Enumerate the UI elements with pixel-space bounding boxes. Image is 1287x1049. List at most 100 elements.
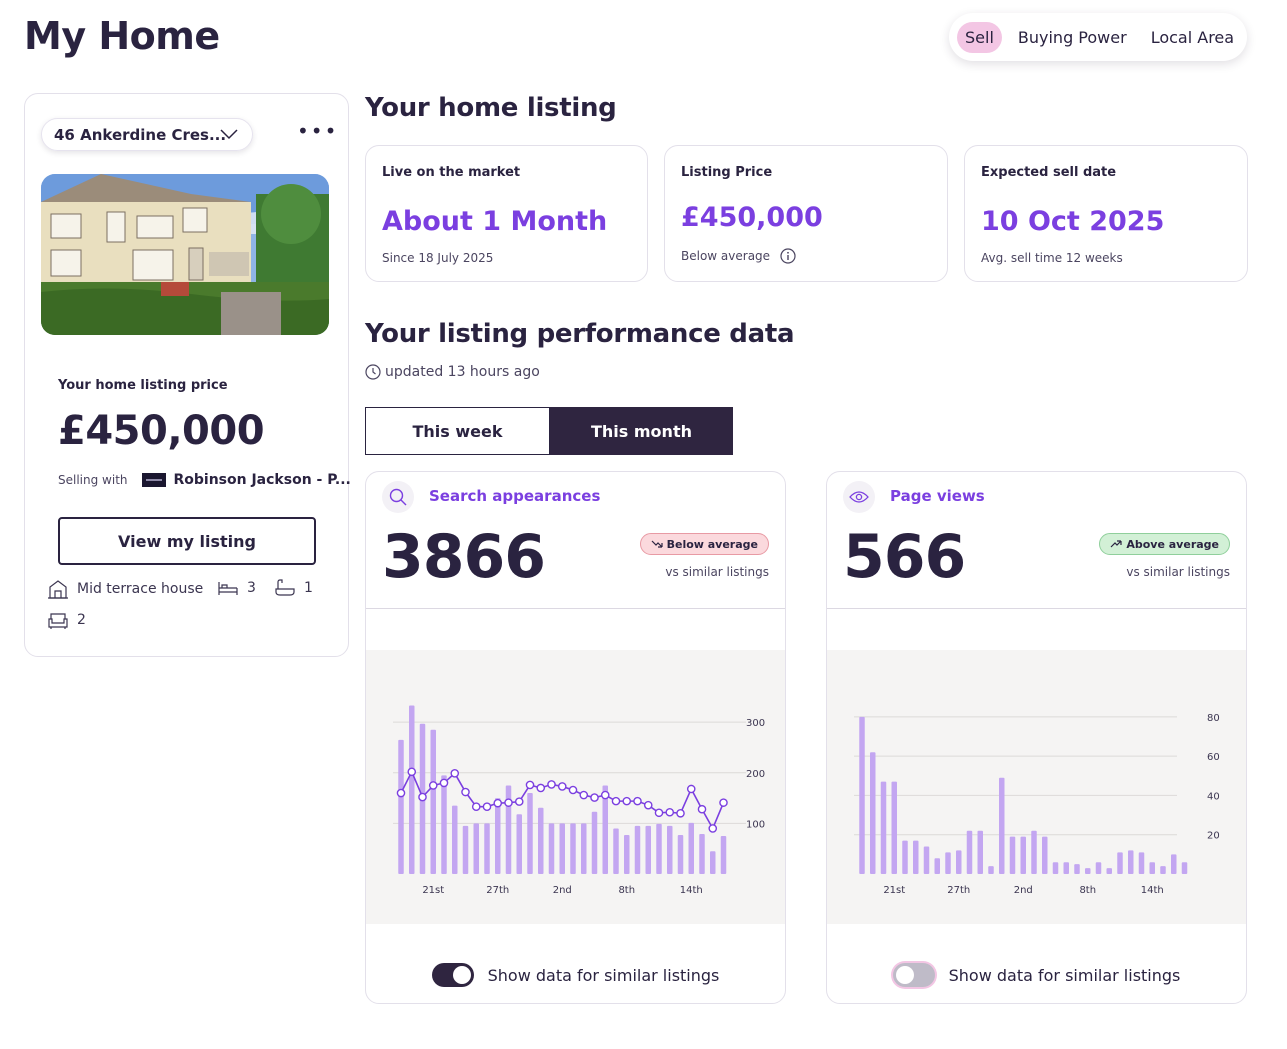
divider — [827, 608, 1246, 609]
section-nav: Sell Buying Power Local Area — [949, 13, 1247, 61]
stat-value: £450,000 — [681, 202, 823, 233]
chart-bar — [430, 729, 436, 874]
chevron-down-icon — [220, 129, 238, 140]
chart-bar — [956, 850, 962, 874]
line-point — [418, 792, 427, 802]
similar-listings-toggle[interactable] — [431, 963, 474, 987]
x-tick-label: 14th — [680, 885, 703, 896]
stat-card-price: Listing Price £450,000 Below average — [664, 145, 948, 282]
chart-bar — [613, 828, 619, 874]
chart-bar — [462, 825, 469, 874]
bathrooms-count: 1 — [304, 580, 313, 596]
property-type-text: Mid terrace house — [77, 581, 204, 597]
chart-bar — [656, 823, 662, 874]
chart-bar — [913, 840, 919, 874]
listing-price-value: £450,000 — [58, 408, 265, 454]
metric-value: 566 — [843, 522, 966, 592]
chart-bar — [710, 851, 716, 874]
chart-bar — [1117, 852, 1123, 874]
line-point — [611, 796, 621, 806]
page-title: My Home — [24, 14, 220, 58]
chart-bar — [1042, 836, 1048, 874]
search-chart: 100 200 300 21st 27th 2nd 8th 14th — [366, 650, 785, 924]
search-icon — [389, 488, 407, 506]
chart-bar — [1085, 868, 1091, 874]
chart-bar — [634, 825, 641, 874]
chart-bar — [1074, 864, 1080, 874]
stat-card-market: Live on the market About 1 Month Since 1… — [365, 145, 648, 282]
line-point — [396, 788, 406, 798]
line-point — [428, 781, 438, 790]
chart-bar — [516, 814, 522, 874]
tab-this-month[interactable]: This month — [550, 407, 733, 455]
chart-bar — [870, 752, 876, 874]
line-point — [676, 808, 685, 818]
metric-title: Search appearances — [429, 487, 601, 505]
bedrooms-count: 3 — [247, 580, 256, 596]
x-tick-label: 27th — [947, 885, 970, 896]
line-point — [407, 767, 417, 777]
search-appearances-chart: 100 200 300 21st 27th 2nd 8th 14th — [393, 705, 765, 896]
toggle-knob — [895, 966, 914, 984]
y-tick-label: 40 — [1207, 791, 1220, 802]
chart-bar — [934, 858, 940, 874]
search-appearances-card: Search appearances 3866 Below average vs… — [365, 471, 786, 1004]
chart-bar — [891, 781, 897, 874]
chart-bar — [645, 825, 651, 874]
home-listing-heading: Your home listing — [365, 93, 617, 123]
updated-text: updated 13 hours ago — [385, 364, 540, 380]
view-listing-button[interactable]: View my listing — [58, 517, 316, 565]
x-tick-label: 8th — [618, 885, 635, 896]
chart-bar — [966, 830, 973, 874]
chart-bar — [1138, 852, 1145, 874]
receptions-count: 2 — [77, 612, 86, 628]
line-point — [482, 802, 492, 811]
line-point — [557, 782, 567, 791]
sofa-icon — [48, 613, 68, 629]
info-icon[interactable] — [780, 248, 796, 264]
line-point — [547, 780, 556, 789]
nav-buying-power[interactable]: Buying Power — [1010, 22, 1135, 53]
y-tick-label: 20 — [1207, 831, 1220, 842]
nav-local-area[interactable]: Local Area — [1143, 22, 1242, 53]
eye-icon-wrap — [843, 481, 875, 513]
metric-value: 3866 — [382, 522, 546, 592]
chart-bar — [570, 823, 576, 874]
badge-text: Above average — [1126, 537, 1219, 551]
line-point — [493, 798, 503, 808]
search-icon-wrap — [382, 481, 414, 513]
property-photo — [41, 174, 329, 335]
similar-toggle-row: Show data for similar listings — [827, 963, 1246, 987]
chart-bar — [923, 846, 930, 874]
x-tick-label: 21st — [422, 885, 444, 896]
selling-with-row: Selling with Robinson Jackson - P... — [58, 472, 351, 488]
more-options-button[interactable]: ••• — [297, 121, 338, 141]
chart-bar — [559, 823, 565, 874]
line-point — [525, 780, 535, 790]
chart-bar — [409, 705, 415, 874]
line-point — [654, 808, 664, 818]
y-tick-label: 60 — [1207, 752, 1220, 763]
line-point — [643, 800, 653, 810]
property-type: Mid terrace house — [47, 578, 203, 600]
y-tick-label: 200 — [746, 769, 765, 780]
chart-bar — [441, 775, 447, 874]
x-tick-label: 14th — [1141, 885, 1164, 896]
address-dropdown[interactable]: 46 Ankerdine Cres... — [41, 118, 253, 151]
badge-text: Below average — [666, 537, 758, 551]
selling-with-label: Selling with — [58, 473, 128, 487]
y-tick-label: 300 — [746, 718, 765, 729]
tab-this-week[interactable]: This week — [365, 407, 550, 455]
line-point — [600, 790, 610, 800]
chart-bar — [1020, 836, 1026, 874]
agent-logo — [141, 473, 166, 487]
nav-sell[interactable]: Sell — [957, 21, 1002, 53]
similar-listings-toggle[interactable] — [892, 963, 935, 987]
stat-label: Live on the market — [382, 165, 521, 180]
stat-sub: Below average — [681, 249, 771, 263]
line-point — [450, 768, 460, 778]
chart-bar — [484, 823, 490, 874]
bathrooms: 1 — [274, 578, 313, 598]
chart-bar — [1171, 854, 1177, 874]
line-point — [719, 798, 728, 807]
